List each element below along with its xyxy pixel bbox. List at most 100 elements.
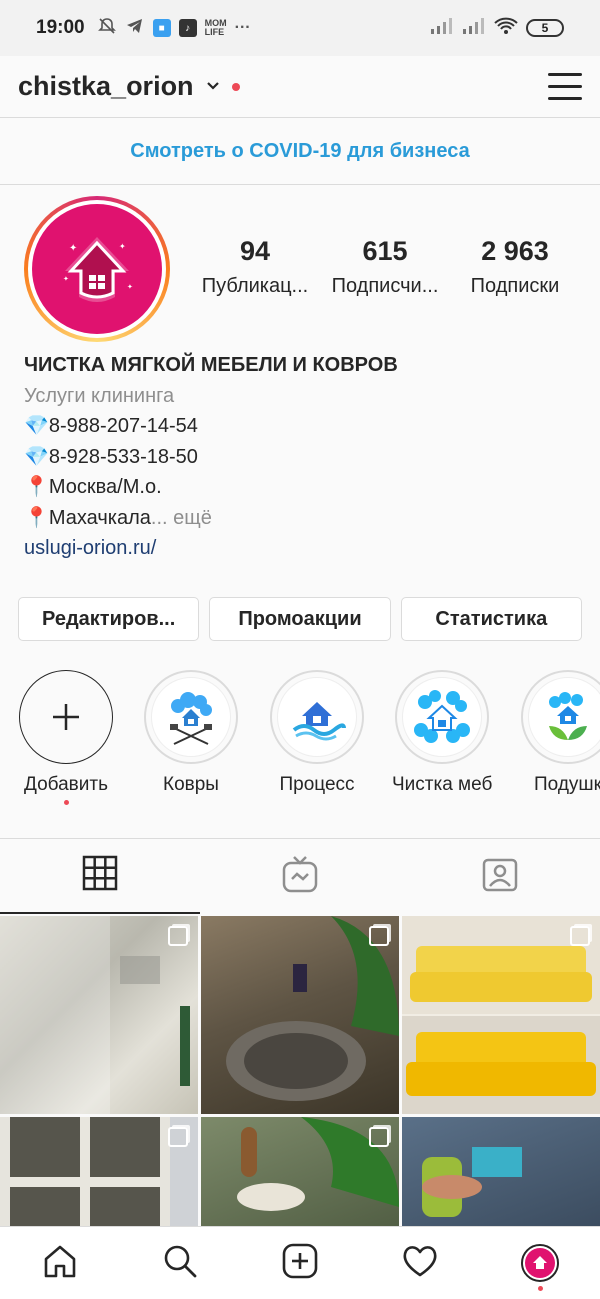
stat-value: 615 — [362, 236, 408, 266]
profile-stats: 94 Публикац... 615 Подписчи... 2 963 Под… — [190, 236, 580, 298]
home-icon — [42, 1243, 78, 1284]
bio-line: 💎8-988-207-14-54 — [24, 415, 198, 437]
app-icon: ■ — [152, 19, 171, 37]
status-bar: 19:00 ■ ♪ MOM LIFE ··· 5 — [0, 0, 600, 56]
profile-bio: ЧИСТКА МЯГКОЙ МЕБЕЛИ И КОВРОВ Услуги кли… — [24, 350, 584, 564]
svg-text:✦: ✦ — [119, 242, 126, 251]
posts-count[interactable]: 94 Публикац... — [190, 236, 320, 298]
profile-actions: Редактиров... Промоакции Статистика — [18, 597, 582, 641]
igtv-icon — [282, 855, 318, 898]
house-water-icon — [277, 677, 357, 757]
stat-label: Публикац... — [201, 275, 309, 297]
new-post-button[interactable] — [270, 1233, 330, 1293]
activity-button[interactable] — [390, 1233, 450, 1293]
highlight-item[interactable]: Чистка меб... — [392, 670, 492, 796]
grid-icon — [82, 855, 118, 896]
profile-avatar[interactable]: ✦ ✦ ✦ ✦ — [24, 196, 170, 342]
svg-text:✦: ✦ — [69, 243, 77, 254]
bio-more-link[interactable]: ... ещё — [151, 507, 212, 529]
chevron-down-icon[interactable] — [206, 78, 220, 96]
search-button[interactable] — [150, 1233, 210, 1293]
tagged-icon — [482, 856, 518, 897]
bio-line: 📍Махачкала... ещё — [24, 503, 584, 534]
highlight-label: Добавить — [24, 774, 108, 795]
highlight-item[interactable]: Подушк — [518, 670, 600, 796]
post-thumbnail[interactable] — [402, 1117, 600, 1226]
signal-icon — [462, 17, 486, 40]
post-thumbnail[interactable] — [0, 1117, 198, 1226]
tiktok-icon: ♪ — [178, 19, 197, 37]
multiple-photos-icon — [570, 926, 590, 946]
multiple-photos-icon — [168, 926, 188, 946]
promotions-button[interactable]: Промоакции — [209, 597, 391, 641]
post-thumbnail[interactable] — [201, 1117, 399, 1226]
account-switcher[interactable]: chistka_orion — [18, 71, 194, 102]
svg-text:✦: ✦ — [63, 275, 69, 283]
followers-count[interactable]: 615 Подписчи... — [320, 236, 450, 298]
profile-header: chistka_orion — [0, 56, 600, 118]
stat-label: Подписки — [470, 275, 560, 297]
carpet-cleaning-icon — [151, 677, 231, 757]
post-thumbnail[interactable] — [402, 916, 600, 1114]
profile-name: ЧИСТКА МЯГКОЙ МЕБЕЛИ И КОВРОВ — [24, 354, 398, 376]
insights-button[interactable]: Статистика — [400, 597, 582, 641]
bio-line: 📍Москва/М.о. — [24, 476, 162, 498]
eco-house-icon — [528, 677, 600, 757]
highlight-label: Подушк — [534, 774, 600, 795]
profile-category: Услуги клининга — [24, 384, 175, 407]
post-thumbnail[interactable] — [201, 916, 399, 1114]
tab-grid[interactable] — [0, 839, 200, 914]
covid-banner: Смотреть о COVID-19 для бизнеса — [0, 119, 600, 185]
new-post-icon — [282, 1243, 318, 1284]
highlight-label: Чистка меб... — [392, 774, 492, 795]
stat-label: Подписчи... — [331, 275, 439, 297]
story-highlights: Добавить Ковры Процесс Чистка меб Подушк — [0, 670, 600, 810]
multiple-photos-icon — [369, 1127, 389, 1147]
tab-igtv[interactable] — [200, 839, 400, 914]
mute-icon — [97, 16, 117, 41]
profile-tabs — [0, 838, 600, 914]
furniture-cleaning-icon — [402, 677, 482, 757]
edit-profile-button[interactable]: Редактиров... — [18, 597, 200, 641]
multiple-photos-icon — [369, 926, 389, 946]
heart-icon — [401, 1243, 439, 1284]
profile-button[interactable] — [510, 1233, 570, 1293]
notification-icons: ■ ♪ MOM LIFE ··· — [97, 16, 251, 41]
posts-grid — [0, 916, 600, 1226]
following-count[interactable]: 2 963 Подписки — [450, 236, 580, 298]
covid-link[interactable]: Смотреть о COVID-19 для бизнеса — [130, 140, 469, 163]
stat-value: 2 963 — [481, 236, 549, 266]
more-icon: ··· — [234, 19, 251, 36]
notification-dot — [537, 1286, 543, 1291]
highlight-label: Ковры — [163, 774, 219, 795]
bio-line: 💎8-928-533-18-50 — [24, 445, 198, 468]
menu-button[interactable] — [548, 73, 582, 100]
stat-value: 94 — [239, 236, 271, 266]
wifi-icon — [494, 17, 518, 40]
search-icon — [162, 1243, 198, 1284]
bio-line-text: 📍Махачкала — [24, 506, 151, 529]
highlight-new[interactable]: Добавить — [16, 670, 116, 805]
website-link[interactable]: uslugi-orion.ru/ — [24, 533, 584, 564]
tab-tagged[interactable] — [400, 839, 600, 914]
menu-icon-line — [548, 73, 582, 76]
profile-avatar-icon — [521, 1244, 559, 1282]
mom-life-icon: MOM LIFE — [204, 18, 227, 37]
highlight-item[interactable]: Ковры — [141, 670, 241, 796]
menu-icon-line — [548, 97, 582, 100]
home-button[interactable] — [30, 1233, 90, 1293]
bottom-navigation — [0, 1226, 600, 1299]
highlight-label: Процесс — [279, 774, 355, 795]
house-logo-icon: ✦ ✦ ✦ ✦ — [32, 204, 162, 334]
multiple-photos-icon — [168, 1127, 188, 1147]
status-time: 19:00 — [36, 17, 85, 38]
menu-icon-line — [548, 85, 582, 88]
plus-icon[interactable] — [19, 670, 113, 764]
signal-icon — [430, 17, 454, 40]
telegram-icon — [125, 16, 145, 41]
post-thumbnail[interactable] — [0, 916, 198, 1114]
svg-text:✦: ✦ — [127, 283, 133, 291]
notification-dot — [63, 800, 69, 805]
battery-icon: 5 — [526, 19, 564, 37]
highlight-item[interactable]: Процесс — [267, 670, 367, 796]
